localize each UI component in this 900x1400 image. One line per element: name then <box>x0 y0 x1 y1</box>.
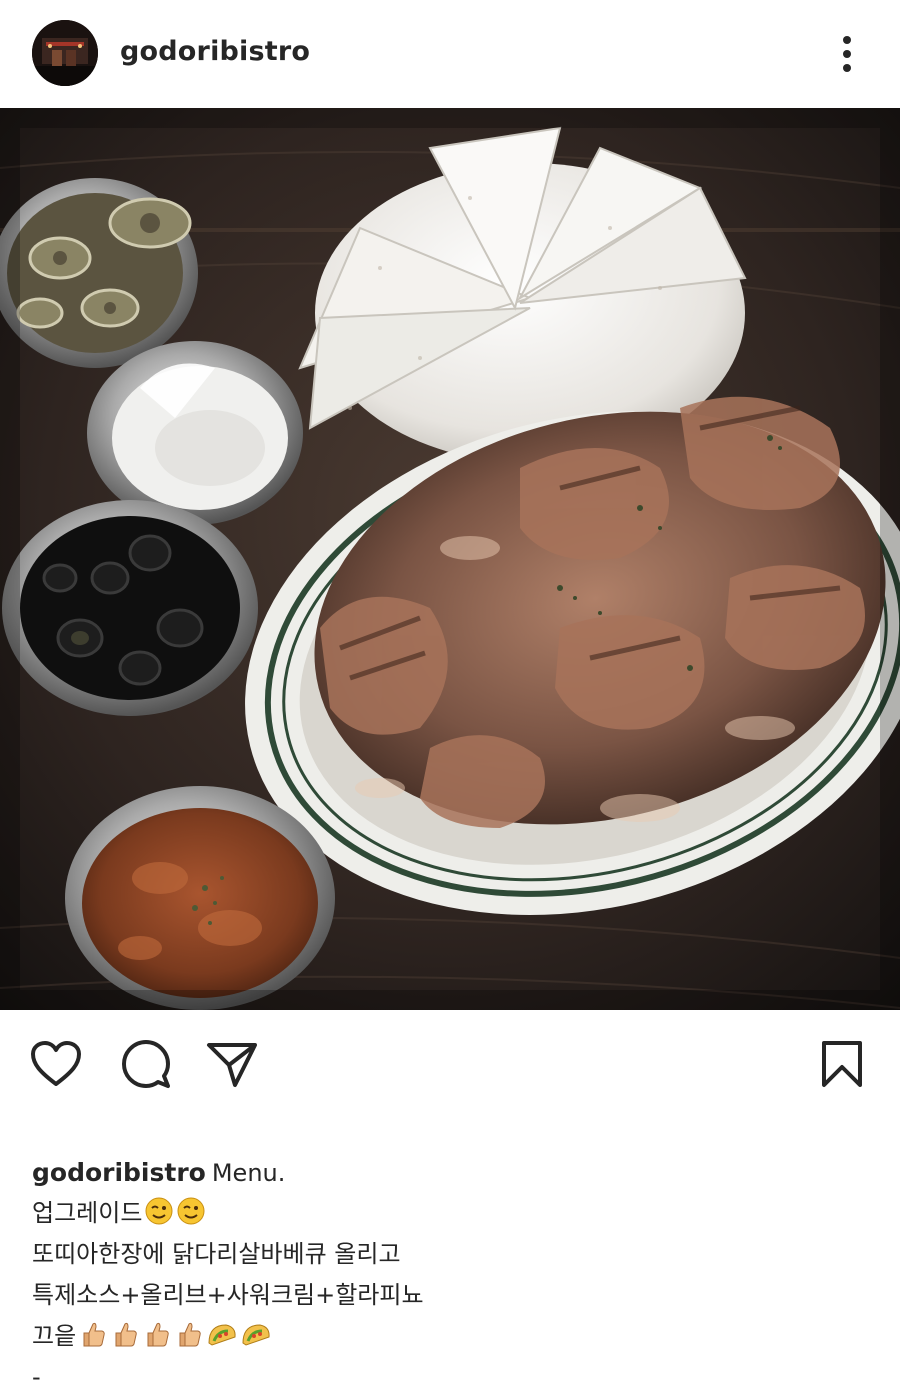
thumbs-up-emoji <box>78 1319 108 1362</box>
caption-username[interactable]: godoribistro <box>32 1158 206 1187</box>
profile-avatar[interactable] <box>32 20 98 86</box>
comment-bubble-icon <box>122 1040 170 1088</box>
heart-outline-icon <box>31 1041 81 1086</box>
paper-plane-icon <box>207 1043 257 1087</box>
share-button[interactable] <box>204 1036 260 1092</box>
caption-text-end: 끄읕 <box>32 1322 77 1350</box>
caption-line-upgrade: 업그레이드 <box>32 1193 872 1234</box>
caption-text-menu: Menu. <box>211 1159 286 1187</box>
salsa-cup <box>65 786 335 1010</box>
caption-line-ingredients: 특제소스+올리브+사워크림+할라피뇨 <box>32 1281 424 1309</box>
like-button[interactable] <box>28 1036 84 1092</box>
caption-line-end: 끄읕 <box>32 1316 872 1357</box>
post-username[interactable]: godoribistro <box>120 34 310 70</box>
post-action-bar <box>0 1010 900 1110</box>
winking-face-emoji <box>144 1196 174 1239</box>
more-options-button[interactable] <box>826 28 868 80</box>
winking-face-emoji <box>176 1196 206 1239</box>
thumbs-up-emoji <box>142 1319 172 1362</box>
comment-button[interactable] <box>118 1036 174 1092</box>
save-button[interactable] <box>814 1036 870 1092</box>
jalapeno-cup <box>0 178 198 368</box>
caption-line-description: 또띠아한장에 닭다리살바베큐 올리고 <box>32 1240 401 1268</box>
caption-first-line: godoribistro Menu. <box>32 1152 872 1193</box>
more-vertical-icon <box>843 36 851 72</box>
caption-text-upgrade: 업그레이드 <box>32 1199 143 1227</box>
bookmark-outline-icon <box>822 1041 862 1087</box>
post-photo[interactable] <box>0 108 900 1010</box>
thumbs-up-emoji <box>174 1319 204 1362</box>
food-photo-illustration <box>0 108 900 1010</box>
sour-cream-cup <box>87 341 303 525</box>
caption-line-dash: - <box>32 1363 41 1391</box>
thumbs-up-emoji <box>110 1319 140 1362</box>
avatar-image <box>32 20 98 86</box>
post-header: godoribistro <box>0 0 900 108</box>
post-caption: godoribistro Menu. 업그레이드 또띠아한장에 닭다리살바베큐 올… <box>32 1152 872 1398</box>
olives-cup <box>2 500 258 716</box>
taco-emoji <box>240 1319 272 1362</box>
taco-emoji <box>206 1319 238 1362</box>
